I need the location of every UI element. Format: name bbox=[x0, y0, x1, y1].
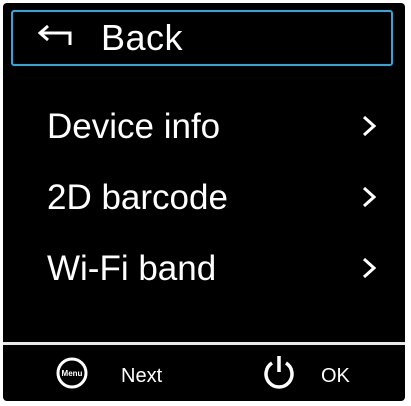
menu-item-label: Device info bbox=[47, 106, 221, 146]
chevron-right-icon bbox=[362, 186, 377, 208]
button-hint-bar: Menu Next OK bbox=[3, 345, 405, 401]
chevron-right-icon bbox=[362, 257, 377, 279]
menu-item-label: 2D barcode bbox=[47, 177, 228, 217]
back-button[interactable]: Back bbox=[11, 10, 393, 66]
chevron-right-icon bbox=[362, 115, 377, 137]
menu-item-device-info[interactable]: Device info bbox=[3, 98, 405, 154]
back-label: Back bbox=[101, 17, 184, 58]
menu-item-2d-barcode[interactable]: 2D barcode bbox=[3, 169, 405, 225]
menu-button-text: Menu bbox=[62, 369, 83, 378]
next-label: Next bbox=[121, 365, 163, 387]
ok-label: OK bbox=[321, 365, 350, 387]
menu-button-icon: Menu bbox=[56, 357, 88, 389]
menu-item-label: Wi-Fi band bbox=[47, 248, 217, 288]
menu-item-wifi-band[interactable]: Wi-Fi band bbox=[3, 240, 405, 296]
device-screen: Back Device info 2D barcode Wi-Fi band M… bbox=[3, 3, 405, 401]
power-icon bbox=[261, 353, 297, 391]
return-arrow-icon bbox=[35, 25, 73, 51]
